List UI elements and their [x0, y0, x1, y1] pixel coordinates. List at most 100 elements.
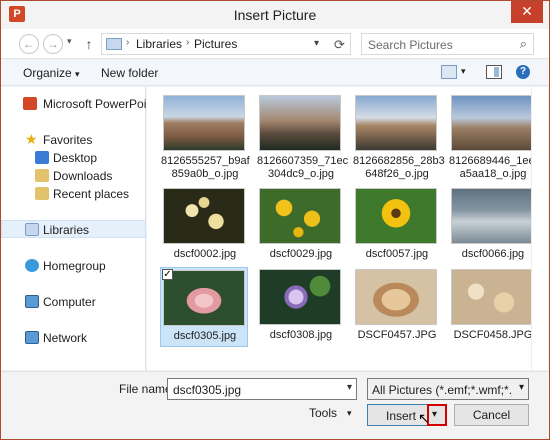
file-name-dropdown-icon[interactable]: ▾	[347, 382, 352, 393]
file-tile[interactable]: dscf0002.jpg	[161, 186, 249, 266]
back-button[interactable]: ←	[19, 34, 39, 54]
sidebar-item-homegroup[interactable]: Homegroup	[1, 257, 146, 275]
sidebar-item-label: Downloads	[53, 169, 113, 183]
file-name-line-1: 8126607359_71ec	[257, 155, 349, 167]
search-placeholder: Search Pictures	[368, 38, 453, 52]
thumbnail-image	[355, 95, 437, 151]
vertical-scrollbar[interactable]	[531, 87, 548, 370]
tools-dropdown-icon[interactable]: ▾	[347, 408, 352, 419]
close-button[interactable]: ✕	[511, 1, 543, 23]
new-folder-button[interactable]: New folder	[101, 66, 158, 80]
insert-label: Insert	[386, 409, 417, 423]
file-tile-selected[interactable]: ✓ dscf0305.jpg	[160, 267, 248, 347]
breadcrumb-separator[interactable]: ›	[126, 37, 129, 48]
dialog-title: Insert Picture	[233, 7, 317, 23]
thumbnail-image	[259, 95, 341, 151]
sidebar-item-microsoft-powerpoint[interactable]: Microsoft PowerPoint	[1, 95, 156, 113]
view-dropdown-icon[interactable]: ▾	[461, 66, 466, 77]
file-name-line-1: 8126555257_b9af	[161, 155, 250, 167]
file-name-line-1: 8126682856_28b3	[353, 155, 445, 167]
mouse-cursor-icon: ↖	[418, 410, 430, 426]
forward-button[interactable]: →	[43, 34, 63, 54]
file-name-line-2: a5aa18_o.jpg	[459, 168, 527, 180]
file-name-line-1: dscf0308.jpg	[269, 329, 333, 341]
refresh-icon[interactable]: ⟳	[334, 37, 345, 53]
navigation-pane: Microsoft PowerPoint ★ Favorites Desktop…	[1, 87, 156, 370]
libraries-icon	[25, 223, 39, 236]
file-tile[interactable]: dscf0308.jpg	[257, 267, 345, 347]
sidebar-item-label: Libraries	[43, 223, 90, 237]
sidebar-item-libraries[interactable]: Libraries	[1, 220, 146, 238]
thumbnail-image	[163, 95, 245, 151]
homegroup-icon	[25, 259, 39, 272]
organize-dropdown-icon: ▾	[75, 69, 80, 79]
file-name-field[interactable]: dscf0305.jpg ▾	[167, 378, 357, 400]
cancel-button[interactable]: Cancel	[454, 404, 529, 426]
sidebar-item-label: Favorites	[43, 133, 93, 147]
thumbnail-image	[451, 95, 533, 151]
sidebar-item-label: Desktop	[53, 151, 98, 165]
sidebar-item-recent-places[interactable]: Recent places	[1, 185, 146, 203]
thumbnail-image	[259, 188, 341, 244]
tools-button[interactable]: Tools	[309, 406, 337, 420]
file-tile[interactable]: 8126607359_71ec 304dc9_o.jpg	[257, 93, 349, 180]
search-icon[interactable]: ⌕	[520, 36, 527, 52]
file-tile[interactable]: DSCF0458.JPG	[449, 267, 537, 347]
file-name-line-1: DSCF0457.JPG	[357, 329, 437, 341]
thumbnail-image	[451, 269, 533, 325]
address-bar[interactable]: › Libraries › Pictures ▾ ⟳	[101, 33, 351, 55]
sidebar-item-label: Network	[43, 331, 88, 345]
recent-places-icon	[35, 187, 49, 200]
sidebar-item-downloads[interactable]: Downloads	[1, 167, 146, 185]
file-tile[interactable]: DSCF0457.JPG	[353, 267, 441, 347]
sidebar-item-label: Computer	[43, 295, 96, 309]
sidebar-item-computer[interactable]: Computer	[1, 293, 146, 311]
thumbnail-image	[451, 188, 533, 244]
powerpoint-icon	[23, 97, 37, 110]
recent-locations-dropdown[interactable]: ▾	[67, 36, 72, 47]
file-tile[interactable]: dscf0029.jpg	[257, 186, 345, 266]
insert-options-dropdown-button[interactable]: ▾	[427, 404, 447, 426]
network-icon	[25, 331, 39, 344]
selection-checkbox[interactable]: ✓	[162, 269, 173, 280]
libraries-location-icon	[106, 38, 122, 50]
breadcrumb-separator[interactable]: ›	[186, 37, 189, 48]
file-tile[interactable]: 8126555257_b9af 859a0b_o.jpg	[161, 93, 250, 180]
file-name-value: dscf0305.jpg	[173, 383, 242, 397]
organize-label: Organize	[23, 66, 72, 80]
navigation-bar: ← → ▾ ↑ › Libraries › Pictures ▾ ⟳ Searc…	[1, 29, 549, 59]
title-bar: P Insert Picture ✕	[1, 1, 549, 29]
preview-pane-icon[interactable]	[486, 65, 502, 79]
breadcrumb-pictures[interactable]: Pictures	[194, 37, 237, 51]
up-button[interactable]: ↑	[81, 34, 97, 54]
address-dropdown-icon[interactable]: ▾	[314, 38, 319, 49]
sidebar-item-desktop[interactable]: Desktop	[1, 149, 146, 167]
sidebar-item-network[interactable]: Network	[1, 329, 146, 347]
filter-dropdown-icon: ▾	[518, 382, 524, 393]
file-type-filter-select[interactable]: All Pictures (*.emf;*.wmf;*.jpg;* ▾	[367, 378, 529, 400]
file-type-filter-value: All Pictures (*.emf;*.wmf;*.jpg;*	[372, 383, 512, 397]
chevron-down-icon: ▾	[432, 409, 438, 420]
computer-icon	[25, 295, 39, 308]
help-icon[interactable]: ?	[516, 65, 530, 79]
file-name-line-1: dscf0066.jpg	[461, 248, 525, 260]
file-name-line-1: dscf0029.jpg	[269, 248, 333, 260]
organize-button[interactable]: Organize ▾	[23, 66, 80, 80]
file-tile[interactable]: dscf0066.jpg	[449, 186, 537, 266]
sidebar-item-label: Recent places	[53, 187, 130, 201]
file-tile[interactable]: dscf0057.jpg	[353, 186, 441, 266]
breadcrumb-libraries[interactable]: Libraries	[136, 37, 182, 51]
sidebar-item-label: Microsoft PowerPoint	[43, 97, 157, 111]
file-name-line-1: 8126689446_1ee3	[449, 155, 541, 167]
sidebar-item-favorites[interactable]: ★ Favorites	[1, 131, 146, 149]
change-view-icon[interactable]	[441, 65, 457, 79]
thumbnail-image	[355, 269, 437, 325]
thumbnail-image	[259, 269, 341, 325]
file-name-line-2: 859a0b_o.jpg	[171, 168, 239, 180]
search-input[interactable]: Search Pictures ⌕	[361, 33, 534, 55]
file-tile[interactable]: 8126682856_28b3 648f26_o.jpg	[353, 93, 445, 180]
file-tile[interactable]: 8126689446_1ee3 a5aa18_o.jpg	[449, 93, 541, 180]
file-list: 8126555257_b9af 859a0b_o.jpg 8126607359_…	[147, 87, 541, 370]
thumbnail-image	[163, 270, 245, 326]
thumbnail-image	[163, 188, 245, 244]
